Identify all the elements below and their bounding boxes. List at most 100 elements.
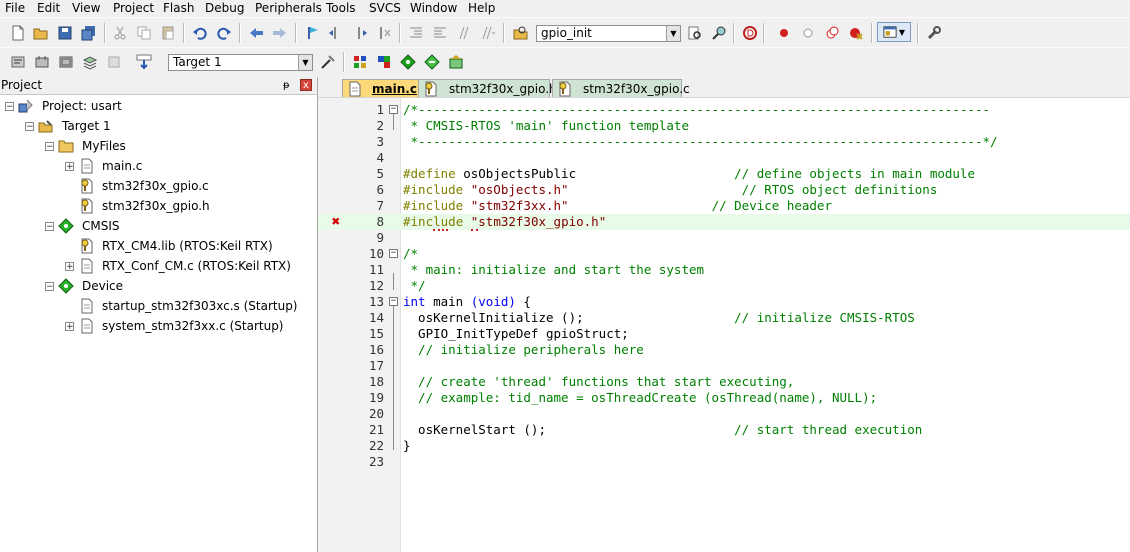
- menu-flash[interactable]: Flash: [163, 0, 194, 17]
- collapse-icon[interactable]: −: [45, 282, 54, 292]
- menu-file[interactable]: File: [5, 0, 25, 17]
- code-line[interactable]: 7 #include "stm32f3xx.h" // Device header: [318, 198, 1130, 214]
- pin-icon[interactable]: ᵽ: [283, 78, 290, 94]
- error-icon[interactable]: ✖: [330, 215, 342, 229]
- download-load-icon[interactable]: [134, 52, 154, 72]
- configure-wrench-icon[interactable]: [924, 23, 944, 43]
- manage-rte-icon[interactable]: [398, 52, 418, 72]
- code-line[interactable]: 18 // create 'thread' functions that sta…: [318, 374, 1130, 390]
- expand-icon[interactable]: +: [65, 162, 74, 172]
- tab-stm32f30x-gpio-c[interactable]: stm32f30x_gpio.c: [552, 79, 690, 97]
- debug-session-icon[interactable]: [740, 23, 760, 43]
- batch-build-icon[interactable]: [80, 52, 100, 72]
- code-line[interactable]: 1−/*------------------------------------…: [318, 102, 1130, 118]
- close-icon[interactable]: x: [300, 79, 312, 91]
- clear-bookmarks-icon[interactable]: [374, 23, 394, 43]
- code-line[interactable]: 20: [318, 406, 1130, 422]
- menu-svcs[interactable]: SVCS: [369, 0, 401, 17]
- fold-toggle-icon[interactable]: −: [389, 105, 398, 114]
- code-line[interactable]: 16 // initialize peripherals here: [318, 342, 1130, 358]
- code-line[interactable]: 21 osKernelStart (); // start thread exe…: [318, 422, 1130, 438]
- disable-all-breakpoints-icon[interactable]: [822, 23, 842, 43]
- incremental-find-icon[interactable]: [709, 23, 729, 43]
- unindent-icon[interactable]: [430, 23, 450, 43]
- tree-node-file[interactable]: stm32f30x_gpio.c: [0, 177, 317, 195]
- menu-view[interactable]: View: [72, 0, 100, 17]
- breakpoint-icon[interactable]: [774, 23, 794, 43]
- tree-node-file[interactable]: stm32f30x_gpio.h: [0, 197, 317, 215]
- select-packs-icon[interactable]: [374, 52, 394, 72]
- new-file-icon[interactable]: [8, 23, 28, 43]
- rebuild-icon[interactable]: [56, 52, 76, 72]
- fold-toggle-icon[interactable]: −: [389, 297, 398, 306]
- tab-stm32f30x-gpio-h[interactable]: stm32f30x_gpio.h: [418, 79, 557, 97]
- collapse-icon[interactable]: −: [45, 222, 54, 232]
- collapse-icon[interactable]: −: [45, 142, 54, 152]
- tree-node-file[interactable]: + RTX_Conf_CM.c (RTOS:Keil RTX): [0, 257, 317, 275]
- open-folder-icon[interactable]: [31, 23, 51, 43]
- collapse-icon[interactable]: −: [5, 102, 14, 112]
- tree-node-file[interactable]: RTX_CM4.lib (RTOS:Keil RTX): [0, 237, 317, 255]
- save-all-icon[interactable]: [79, 23, 99, 43]
- find-in-files-icon[interactable]: [511, 23, 531, 43]
- tree-node-file[interactable]: startup_stm32f303xc.s (Startup): [0, 297, 317, 315]
- menu-edit[interactable]: Edit: [37, 0, 60, 17]
- code-line[interactable]: 12 */: [318, 278, 1130, 294]
- tree-node-target[interactable]: − Target 1: [0, 117, 317, 135]
- code-line[interactable]: 14 osKernelInitialize (); // initialize …: [318, 310, 1130, 326]
- next-bookmark-icon[interactable]: [350, 23, 370, 43]
- target-combo[interactable]: Target 1 ▼: [168, 54, 313, 71]
- code-line[interactable]: 4: [318, 150, 1130, 166]
- tree-node-component-device[interactable]: − Device: [0, 277, 317, 295]
- fold-toggle-icon[interactable]: −: [389, 249, 398, 258]
- expand-icon[interactable]: +: [65, 322, 74, 332]
- code-line[interactable]: 23: [318, 454, 1130, 470]
- pack-installer-icon[interactable]: [422, 52, 442, 72]
- uncomment-icon[interactable]: [478, 23, 498, 43]
- code-line[interactable]: 13− int main (void) {: [318, 294, 1130, 310]
- code-line[interactable]: 6 #include "osObjects.h" // RTOS object d…: [318, 182, 1130, 198]
- build-icon[interactable]: [32, 52, 52, 72]
- comment-icon[interactable]: [454, 23, 474, 43]
- save-icon[interactable]: [55, 23, 75, 43]
- undo-icon[interactable]: [190, 23, 210, 43]
- cut-icon[interactable]: [110, 23, 130, 43]
- software-packs-icon[interactable]: [446, 52, 466, 72]
- manage-project-items-icon[interactable]: [350, 52, 370, 72]
- menu-help[interactable]: Help: [468, 0, 495, 17]
- code-line[interactable]: 9: [318, 230, 1130, 246]
- stop-build-icon[interactable]: [104, 52, 124, 72]
- collapse-icon[interactable]: −: [25, 122, 34, 132]
- tree-node-file[interactable]: + system_stm32f3xx.c (Startup): [0, 317, 317, 335]
- code-line[interactable]: 5 #define osObjectsPublic // define objec…: [318, 166, 1130, 182]
- code-line[interactable]: 22}: [318, 438, 1130, 454]
- find-combo[interactable]: gpio_init ▼: [536, 25, 681, 42]
- nav-back-icon[interactable]: [246, 23, 266, 43]
- paste-icon[interactable]: [158, 23, 178, 43]
- code-line[interactable]: 10−/*: [318, 246, 1130, 262]
- code-line[interactable]: 11 * main: initialize and start the syst…: [318, 262, 1130, 278]
- bookmark-icon[interactable]: [302, 23, 322, 43]
- tree-node-component-cmsis[interactable]: − CMSIS: [0, 217, 317, 235]
- tree-node-group-myfiles[interactable]: − MyFiles: [0, 137, 317, 155]
- disable-breakpoint-icon[interactable]: [798, 23, 818, 43]
- menu-debug[interactable]: Debug: [205, 0, 244, 17]
- kill-all-breakpoints-icon[interactable]: [846, 23, 866, 43]
- code-line[interactable]: 19 // example: tid_name = osThreadCreate…: [318, 390, 1130, 406]
- translate-icon[interactable]: [8, 52, 28, 72]
- menu-project[interactable]: Project: [113, 0, 154, 17]
- prev-bookmark-icon[interactable]: [326, 23, 346, 43]
- indent-icon[interactable]: [406, 23, 426, 43]
- nav-forward-icon[interactable]: [270, 23, 290, 43]
- redo-icon[interactable]: [214, 23, 234, 43]
- menu-peripherals[interactable]: Peripherals: [255, 0, 322, 17]
- window-layout-button[interactable]: ▼: [877, 22, 911, 42]
- tree-node-file[interactable]: + main.c: [0, 157, 317, 175]
- target-options-icon[interactable]: [318, 52, 338, 72]
- copy-icon[interactable]: [134, 23, 154, 43]
- code-line[interactable]: 3 *-------------------------------------…: [318, 134, 1130, 150]
- code-line[interactable]: 17: [318, 358, 1130, 374]
- chevron-down-icon[interactable]: ▼: [298, 55, 312, 70]
- tree-node-project[interactable]: − Project: usart: [0, 97, 317, 115]
- find-icon[interactable]: [685, 23, 705, 43]
